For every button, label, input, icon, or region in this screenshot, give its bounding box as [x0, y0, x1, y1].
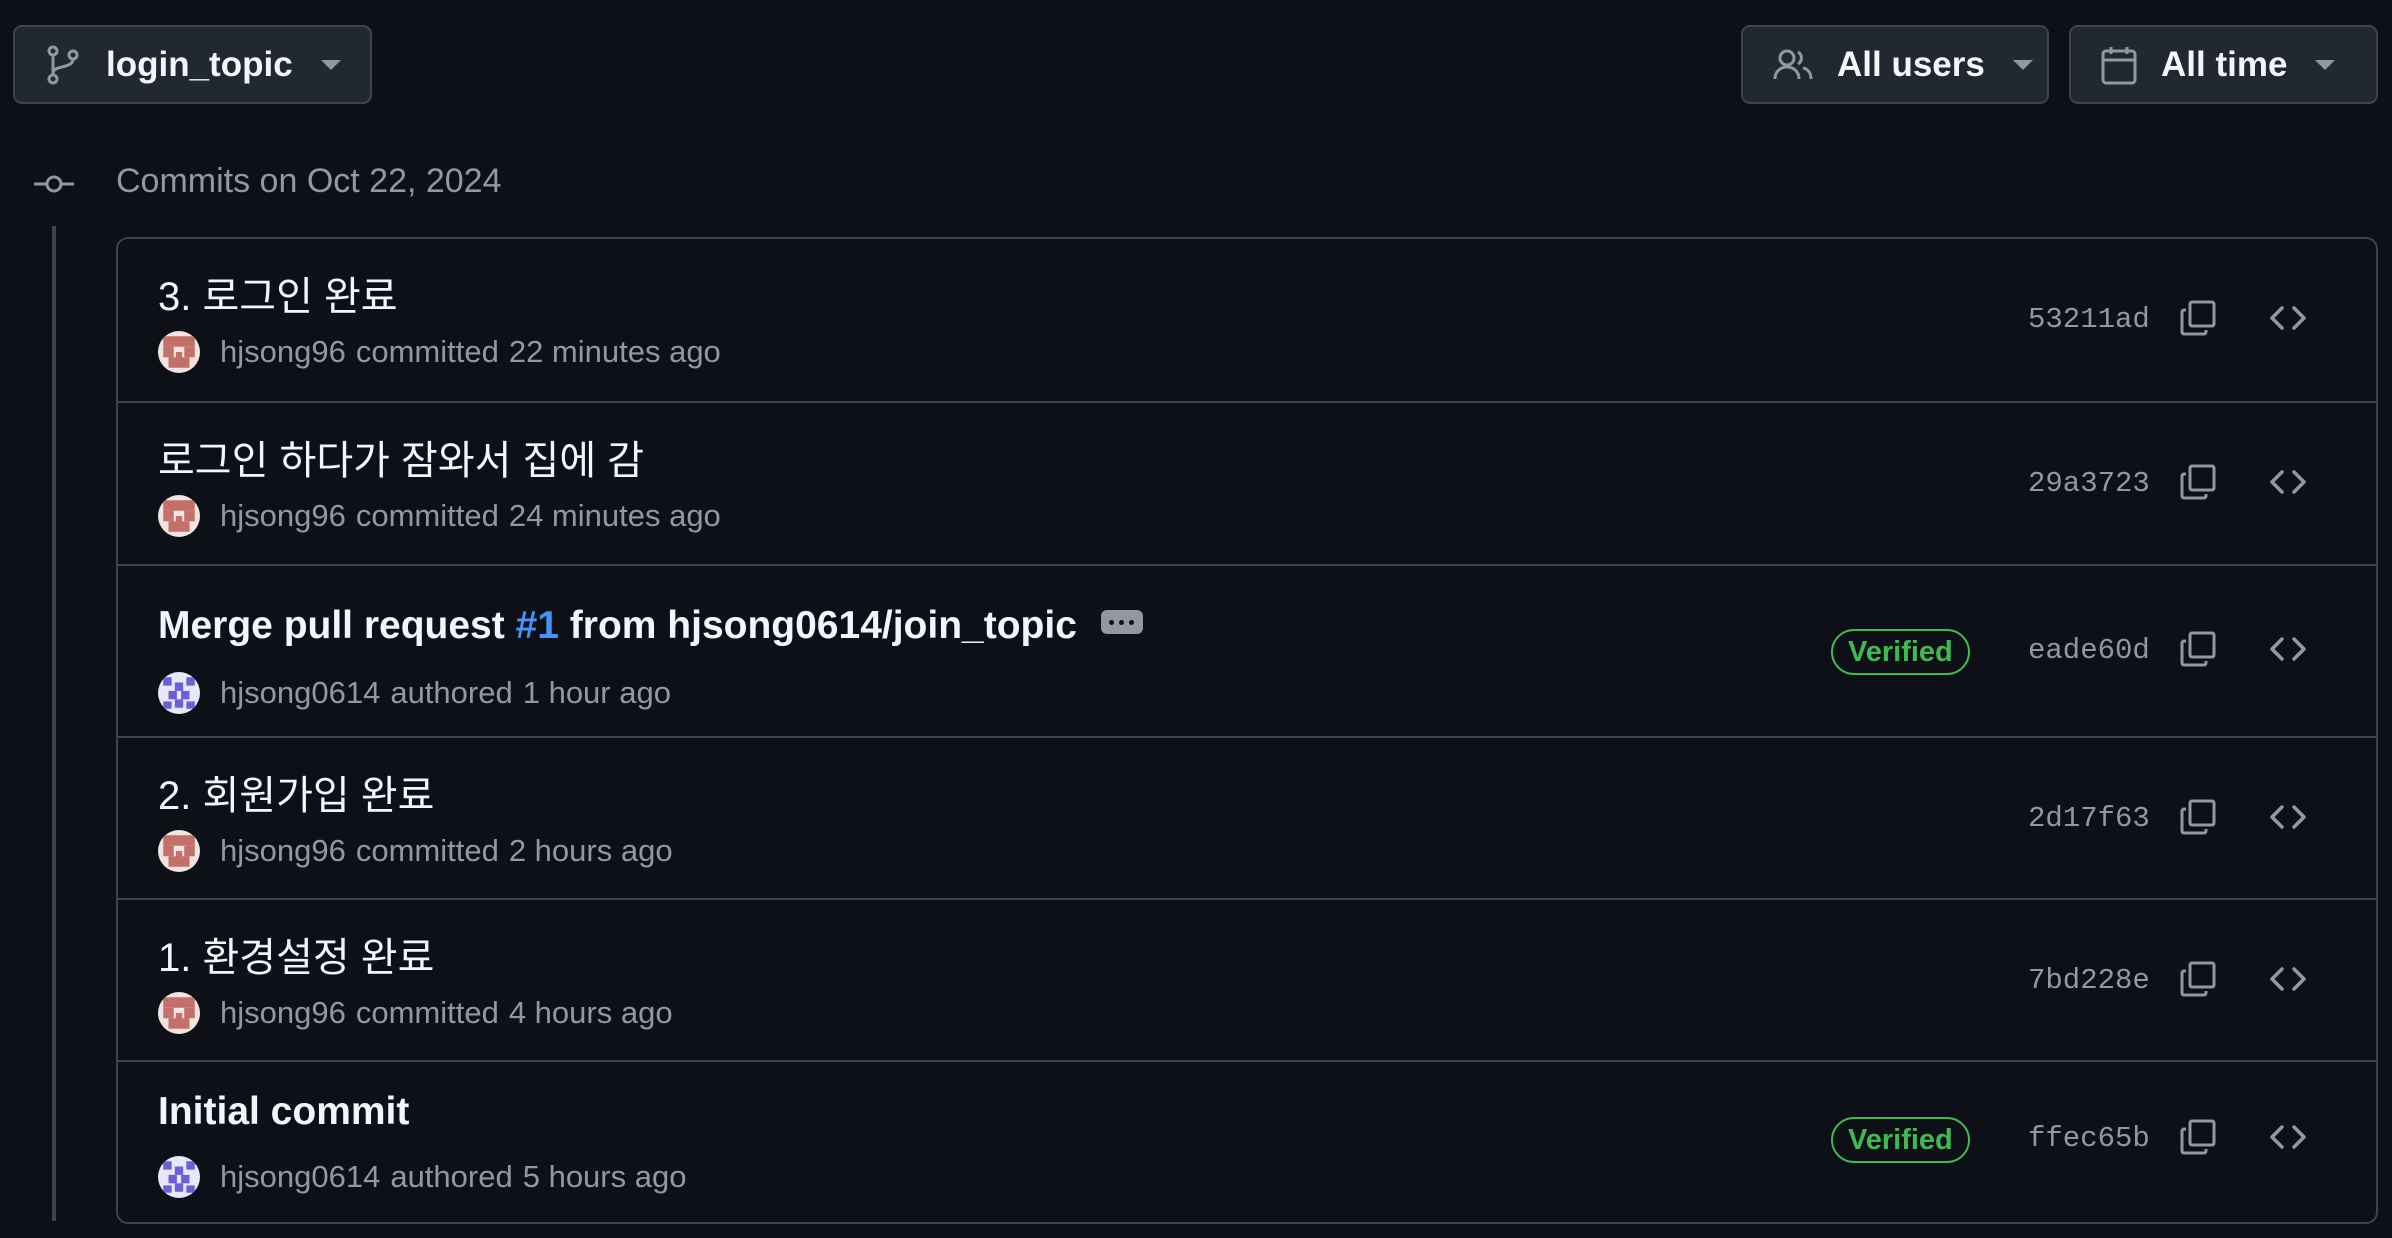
- commit-row: 로그인 하다가 잠와서 집에 감 hjsong96 committed 24 m…: [118, 401, 2376, 566]
- commit-list: 3. 로그인 완료 hjsong96 committed 22 minutes …: [116, 237, 2378, 1224]
- commit-time: 22 minutes ago: [508, 334, 721, 369]
- commit-meta: hjsong96 committed 2 hours ago: [158, 830, 673, 872]
- users-filter-button[interactable]: All users: [1741, 25, 2049, 104]
- commit-title-link[interactable]: 로그인 하다가 잠와서 집에 감: [158, 428, 644, 486]
- copy-icon[interactable]: [2178, 797, 2218, 837]
- commit-meta: hjsong0614 authored 5 hours ago: [158, 1156, 686, 1198]
- commit-row: Initial commit hjsong0614 authored 5 hou…: [118, 1060, 2376, 1224]
- commit-sha-link[interactable]: ffec65b: [2028, 1122, 2150, 1155]
- commit-verb: authored: [390, 675, 513, 710]
- commit-author-link[interactable]: hjsong96: [220, 334, 346, 370]
- commit-meta: hjsong96 committed 22 minutes ago: [158, 331, 721, 373]
- avatar[interactable]: [158, 830, 200, 872]
- verified-badge[interactable]: Verified: [1831, 629, 1970, 675]
- commit-row: 3. 로그인 완료 hjsong96 committed 22 minutes …: [118, 239, 2376, 401]
- commit-title-link[interactable]: 2. 회원가입 완료: [158, 763, 434, 821]
- commits-date-heading: Commits on Oct 22, 2024: [116, 162, 502, 200]
- commit-time: 5 hours ago: [522, 1159, 687, 1194]
- code-browse-icon[interactable]: [2268, 797, 2308, 837]
- commit-verb: authored: [390, 1159, 513, 1194]
- commit-author-link[interactable]: hjsong96: [220, 498, 346, 534]
- commit-title-link[interactable]: from hjsong0614/join_topic: [559, 604, 1077, 647]
- commit-meta: hjsong0614 authored 1 hour ago: [158, 672, 671, 714]
- branch-name: login_topic: [106, 44, 293, 84]
- avatar[interactable]: [158, 495, 200, 537]
- avatar[interactable]: [158, 1156, 200, 1198]
- commit-sha-link[interactable]: 2d17f63: [2028, 802, 2150, 835]
- expand-message-ellipsis-icon[interactable]: [1100, 609, 1143, 634]
- commit-verb: committed: [355, 995, 499, 1030]
- copy-icon[interactable]: [2178, 298, 2218, 338]
- code-browse-icon[interactable]: [2268, 629, 2308, 669]
- commit-title: Merge pull request #1 from hjsong0614/jo…: [158, 604, 1143, 648]
- branch-selector-button[interactable]: login_topic: [13, 25, 372, 104]
- commit-meta: hjsong96 committed 24 minutes ago: [158, 495, 721, 537]
- time-filter-button[interactable]: All time: [2069, 25, 2378, 104]
- git-branch-icon: [47, 45, 79, 84]
- time-filter-label: All time: [2161, 44, 2288, 84]
- verified-badge[interactable]: Verified: [1831, 1117, 1970, 1163]
- code-browse-icon[interactable]: [2268, 462, 2308, 502]
- code-browse-icon[interactable]: [2268, 298, 2308, 338]
- pull-request-link[interactable]: #1: [516, 604, 559, 647]
- commit-title-link[interactable]: 1. 환경설정 완료: [158, 925, 434, 983]
- commit-sha-link[interactable]: 7bd228e: [2028, 964, 2150, 997]
- commit-row: 1. 환경설정 완료 hjsong96 committed 4 hours ag…: [118, 898, 2376, 1062]
- code-browse-icon[interactable]: [2268, 1117, 2308, 1157]
- copy-icon[interactable]: [2178, 959, 2218, 999]
- commit-time: 2 hours ago: [508, 833, 673, 868]
- commit-title-link[interactable]: Initial commit: [158, 1090, 409, 1134]
- avatar[interactable]: [158, 331, 200, 373]
- commit-verb: committed: [355, 833, 499, 868]
- chevron-down-icon: [320, 59, 341, 70]
- commit-author-link[interactable]: hjsong0614: [220, 675, 380, 711]
- commit-meta: hjsong96 committed 4 hours ago: [158, 992, 673, 1034]
- commit-verb: committed: [355, 498, 499, 533]
- commit-author-link[interactable]: hjsong96: [220, 833, 346, 869]
- calendar-icon: [2101, 46, 2137, 84]
- users-filter-label: All users: [1837, 44, 1985, 84]
- copy-icon[interactable]: [2178, 629, 2218, 669]
- people-icon: [1773, 49, 1813, 79]
- commit-sha-link[interactable]: 53211ad: [2028, 303, 2150, 336]
- git-commit-icon: [34, 175, 74, 193]
- avatar[interactable]: [158, 672, 200, 714]
- commit-verb: committed: [355, 334, 499, 369]
- commit-title-link[interactable]: 3. 로그인 완료: [158, 264, 398, 322]
- chevron-down-icon: [2012, 59, 2033, 70]
- commit-title-link[interactable]: Merge pull request: [158, 604, 516, 647]
- code-browse-icon[interactable]: [2268, 959, 2308, 999]
- commit-time: 24 minutes ago: [508, 498, 721, 533]
- commit-row: Merge pull request #1 from hjsong0614/jo…: [118, 564, 2376, 738]
- commit-row: 2. 회원가입 완료 hjsong96 committed 2 hours ag…: [118, 736, 2376, 900]
- commit-author-link[interactable]: hjsong0614: [220, 1159, 380, 1195]
- commit-time: 1 hour ago: [522, 675, 671, 710]
- copy-icon[interactable]: [2178, 1117, 2218, 1157]
- commit-sha-link[interactable]: 29a3723: [2028, 467, 2150, 500]
- timeline-line: [52, 226, 56, 1221]
- avatar[interactable]: [158, 992, 200, 1034]
- commit-sha-link[interactable]: eade60d: [2028, 634, 2150, 667]
- commit-author-link[interactable]: hjsong96: [220, 995, 346, 1031]
- commit-time: 4 hours ago: [508, 995, 673, 1030]
- copy-icon[interactable]: [2178, 462, 2218, 502]
- chevron-down-icon: [2315, 59, 2336, 70]
